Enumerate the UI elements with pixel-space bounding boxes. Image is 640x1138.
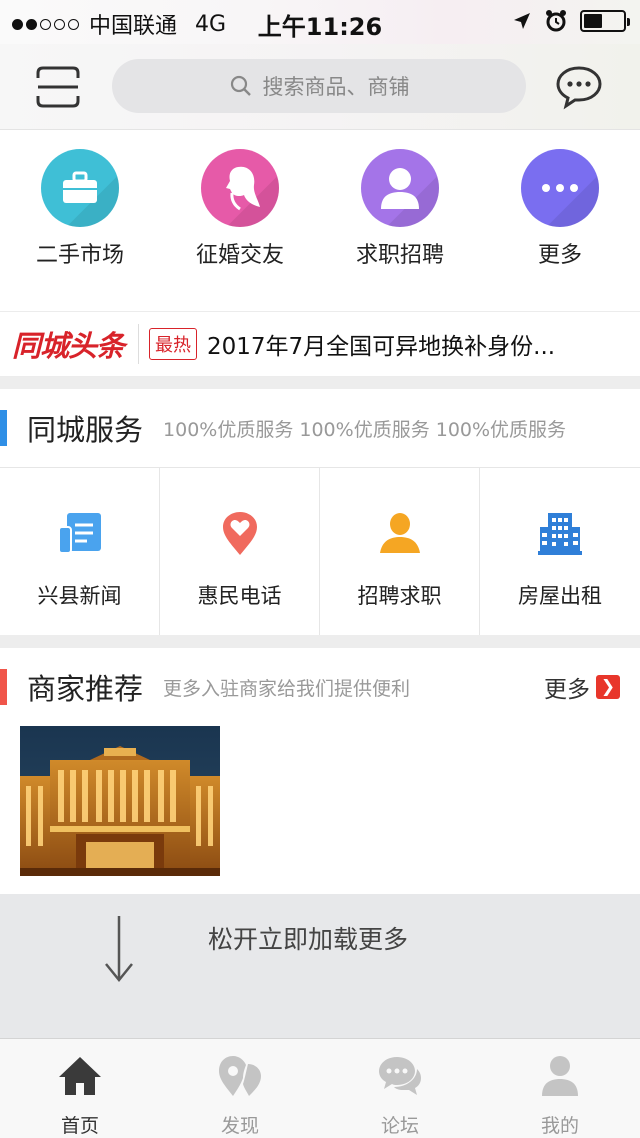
arrow-down-icon bbox=[105, 916, 133, 982]
tab-label: 论坛 bbox=[380, 1115, 419, 1137]
category-label: 求职招聘 bbox=[355, 243, 444, 268]
tab-home[interactable]: 首页 bbox=[0, 1039, 160, 1138]
category-jobs[interactable]: 求职招聘 bbox=[320, 131, 480, 311]
section-divider bbox=[0, 377, 640, 389]
section-divider bbox=[0, 635, 640, 648]
tab-discover[interactable]: 发现 bbox=[160, 1039, 320, 1138]
briefcase-icon bbox=[41, 149, 119, 227]
tab-label: 首页 bbox=[60, 1115, 99, 1137]
alarm-clock-icon bbox=[546, 10, 566, 32]
category-label: 更多 bbox=[537, 243, 582, 268]
profile-icon bbox=[535, 1051, 585, 1101]
section-subtitle: 100%优质服务 100%优质服务 100%优质服务 bbox=[163, 418, 567, 441]
more-label: 更多 bbox=[544, 677, 590, 703]
person-icon bbox=[361, 149, 439, 227]
battery-icon bbox=[580, 10, 630, 32]
service-local-news[interactable]: 兴县新闻 bbox=[0, 468, 160, 636]
chat-bubble-icon bbox=[556, 66, 602, 110]
category-dating[interactable]: 征婚交友 bbox=[160, 131, 320, 311]
section-subtitle: 更多入驻商家给我们提供便利 bbox=[163, 677, 411, 700]
category-second-hand[interactable]: 二手市场 bbox=[0, 131, 160, 311]
category-more[interactable]: 更多 bbox=[480, 131, 640, 311]
search-icon bbox=[230, 75, 251, 96]
merchants-header: 商家推荐 更多入驻商家给我们提供便利 更多 ❯ bbox=[0, 648, 640, 726]
section-title: 商家推荐 bbox=[27, 672, 144, 706]
tab-label: 我的 bbox=[540, 1115, 579, 1137]
status-right bbox=[512, 9, 630, 33]
services-grid: 兴县新闻 惠民电话 招聘求职 房屋出租 bbox=[0, 467, 640, 636]
newspaper-icon bbox=[55, 508, 105, 558]
headline-text[interactable]: 2017年7月全国可异地换补身份... bbox=[207, 327, 592, 361]
tab-forum[interactable]: 论坛 bbox=[320, 1039, 480, 1138]
scan-button[interactable] bbox=[34, 64, 82, 110]
messages-button[interactable] bbox=[554, 64, 604, 110]
status-bar: 中国联通 4G 上午11:26 bbox=[0, 0, 640, 44]
user-icon bbox=[375, 508, 425, 558]
section-accent-bar bbox=[0, 410, 7, 446]
headline-logo: 同城头条 bbox=[12, 329, 125, 363]
category-label: 二手市场 bbox=[35, 243, 124, 268]
more-merchants-link[interactable]: 更多 ❯ bbox=[544, 670, 620, 704]
service-rental[interactable]: 房屋出租 bbox=[480, 468, 640, 636]
more-dots-icon bbox=[521, 149, 599, 227]
service-label: 兴县新闻 bbox=[37, 584, 122, 608]
heart-pin-icon bbox=[215, 508, 265, 558]
building-icon bbox=[535, 508, 585, 558]
tab-me[interactable]: 我的 bbox=[480, 1039, 640, 1138]
section-accent-bar bbox=[0, 669, 7, 705]
load-more-text: 松开立即加载更多 bbox=[208, 925, 409, 954]
location-arrow-icon bbox=[514, 13, 530, 29]
search-bar[interactable]: 搜索商品、商铺 bbox=[112, 59, 526, 113]
woman-profile-icon bbox=[201, 149, 279, 227]
news-ticker[interactable]: 同城头条 最热 2017年7月全国可异地换补身份... bbox=[0, 311, 640, 377]
home-icon bbox=[55, 1051, 105, 1101]
services-header: 同城服务 100%优质服务 100%优质服务 100%优质服务 bbox=[0, 389, 640, 467]
tab-label: 发现 bbox=[220, 1115, 259, 1137]
search-placeholder: 搜索商品、商铺 bbox=[262, 75, 410, 99]
scan-icon bbox=[36, 66, 80, 108]
service-label: 惠民电话 bbox=[197, 584, 282, 608]
service-recruitment[interactable]: 招聘求职 bbox=[320, 468, 480, 636]
forum-chat-icon bbox=[375, 1051, 425, 1101]
discover-pin-icon bbox=[215, 1051, 265, 1101]
pull-to-load-area: 松开立即加载更多 bbox=[0, 894, 640, 1038]
service-label: 房屋出租 bbox=[518, 584, 602, 608]
hot-badge: 最热 bbox=[149, 328, 198, 360]
divider bbox=[138, 324, 140, 364]
bottom-tab-bar: 首页 发现 论坛 我的 bbox=[0, 1038, 640, 1138]
section-title: 同城服务 bbox=[27, 413, 144, 447]
chevron-right-icon: ❯ bbox=[596, 675, 620, 699]
service-hotline[interactable]: 惠民电话 bbox=[160, 468, 320, 636]
category-grid: 二手市场 征婚交友 求职招聘 更多 bbox=[0, 131, 640, 311]
category-label: 征婚交友 bbox=[195, 243, 284, 268]
service-label: 招聘求职 bbox=[357, 584, 442, 608]
merchant-hotel-image[interactable] bbox=[20, 726, 220, 876]
top-header: 搜索商品、商铺 bbox=[0, 44, 640, 130]
